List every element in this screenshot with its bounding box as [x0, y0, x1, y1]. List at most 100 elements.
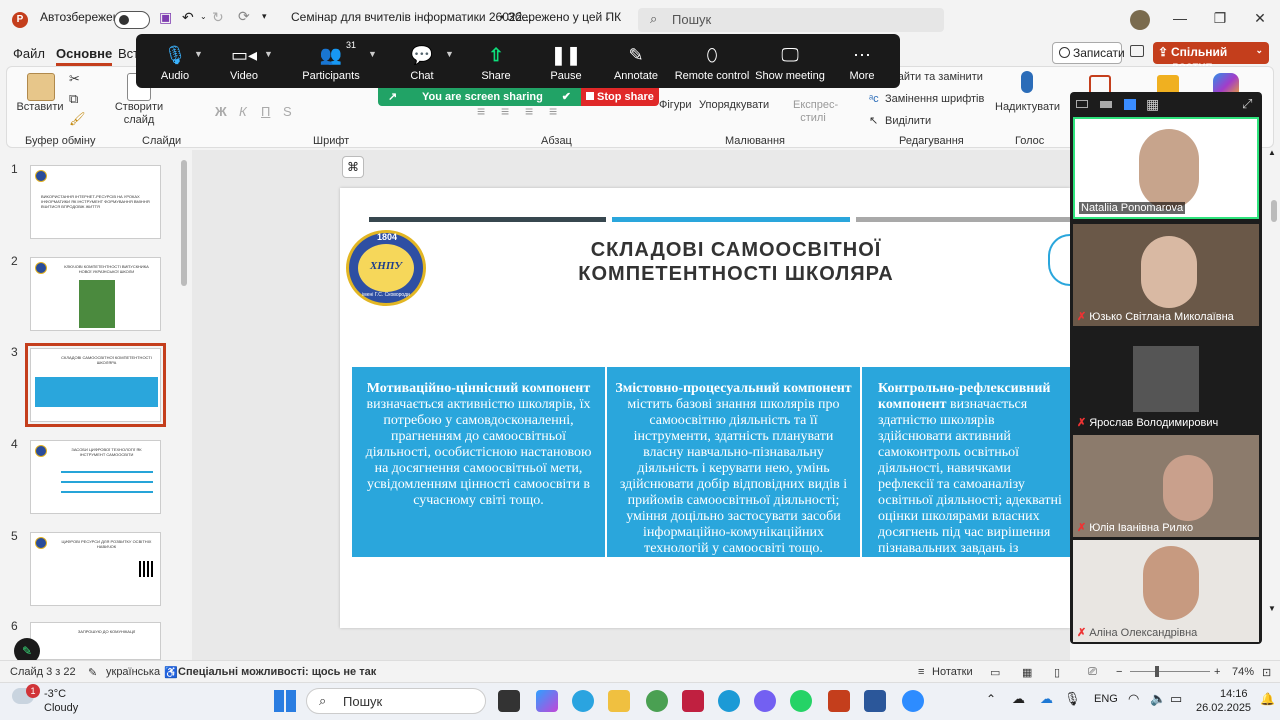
- reading-view-icon[interactable]: ▯: [1054, 666, 1060, 679]
- language-indicator[interactable]: ENG: [1094, 693, 1118, 705]
- clock-time[interactable]: 14:16: [1220, 688, 1248, 700]
- shapes-label[interactable]: Фігури: [659, 99, 691, 111]
- thumbnails-scrollbar[interactable]: [181, 160, 187, 286]
- undo-dropdown-icon[interactable]: ⌄: [200, 12, 207, 21]
- copy-icon[interactable]: ⧉: [69, 91, 78, 107]
- speaker-view-icon[interactable]: [1100, 101, 1112, 108]
- slide-counter[interactable]: Слайд 3 з 22: [10, 666, 76, 678]
- file-title[interactable]: Семінар для вчителів інформатики 26022..…: [291, 10, 532, 24]
- title-chevron-down-icon[interactable]: ⌄: [604, 12, 612, 23]
- undo-icon[interactable]: ↶: [182, 9, 194, 26]
- video-tile-4[interactable]: ✗ Юлія Іванівна Рилко: [1073, 435, 1259, 537]
- weather-temp[interactable]: -3°C: [44, 688, 66, 700]
- redo-icon[interactable]: ↻: [212, 9, 224, 26]
- whatsapp-icon[interactable]: [790, 690, 812, 712]
- slide-thumbnail-5[interactable]: ЦИФРОВІ РЕСУРСИ ДЛЯ РОЗВИТКУ ОСВІТНІХ НА…: [30, 532, 161, 606]
- paste-label[interactable]: Вставити: [15, 101, 65, 113]
- tab-file[interactable]: Файл: [13, 46, 45, 61]
- underline-icon[interactable]: П: [261, 104, 270, 119]
- zoom-in-icon[interactable]: +: [1214, 666, 1220, 678]
- slide-thumbnail-1[interactable]: ВИКОРИСТАННЯ ІНТЕРНЕТ-РЕСУРСІВ НА УРОКАХ…: [30, 165, 161, 239]
- minimize-video-icon[interactable]: [1076, 100, 1088, 108]
- customize-toolbar-icon[interactable]: ▾: [262, 11, 267, 22]
- onedrive-icon[interactable]: ☁: [1040, 691, 1053, 707]
- notes-icon[interactable]: ≡: [918, 666, 924, 678]
- paste-icon[interactable]: [27, 73, 55, 101]
- share-button[interactable]: ⇪ Спільний доступ ⌄: [1153, 42, 1269, 73]
- tray-chevron-icon[interactable]: ⌃: [986, 692, 996, 706]
- avatar[interactable]: [1130, 10, 1150, 30]
- participants-button[interactable]: 👥 Participants: [295, 40, 367, 86]
- accessibility-status[interactable]: Спеціальні можливості: щось не так: [178, 666, 376, 678]
- telegram-icon[interactable]: [572, 690, 594, 712]
- arrange-label[interactable]: Упорядкувати: [699, 99, 769, 111]
- word-taskbar-icon[interactable]: [864, 690, 886, 712]
- powerpoint-taskbar-icon[interactable]: [828, 690, 850, 712]
- zoom-slider[interactable]: [1130, 671, 1210, 672]
- bold-icon[interactable]: Ж: [215, 104, 227, 119]
- start-windows-icon[interactable]: [274, 690, 296, 712]
- slide-thumbnail-3[interactable]: СКЛАДОВІ САМООСВІТНОЇ КОМПЕТЕНТНОСТІ ШКО…: [25, 343, 166, 427]
- maximize-icon[interactable]: ❐: [1210, 10, 1230, 27]
- slide-scrollbar[interactable]: [1271, 200, 1277, 222]
- close-icon[interactable]: ✕: [1250, 10, 1270, 27]
- zoom-level[interactable]: 74%: [1232, 666, 1254, 678]
- language-status[interactable]: українська: [106, 666, 160, 678]
- weather-desc[interactable]: Cloudy: [44, 702, 78, 714]
- replace-fonts-icon[interactable]: ᵃc: [869, 93, 879, 105]
- wifi-icon[interactable]: ◠: [1128, 691, 1139, 707]
- audio-button[interactable]: 🎙 Audio: [139, 40, 211, 86]
- file-explorer-icon[interactable]: [608, 690, 630, 712]
- share-screen-button[interactable]: ⇧ Share: [460, 40, 532, 86]
- save-icon[interactable]: ▣: [159, 9, 172, 26]
- chat-caret-icon[interactable]: ▼: [445, 49, 454, 59]
- quick-styles-label[interactable]: Експрес-стилі: [793, 99, 838, 125]
- zoom-out-icon[interactable]: −: [1116, 666, 1122, 678]
- slideshow-icon[interactable]: ⎚: [1088, 666, 1097, 679]
- chat-button[interactable]: 💬 Chat: [386, 40, 458, 86]
- antivirus-icon[interactable]: [682, 690, 704, 712]
- strip-view-icon[interactable]: [1124, 99, 1136, 110]
- dictate-mic-icon[interactable]: [1021, 71, 1033, 93]
- clock-date[interactable]: 26.02.2025: [1196, 702, 1251, 714]
- annotate-button[interactable]: ✎ Annotate: [600, 40, 672, 86]
- format-painter-icon[interactable]: 🖌: [69, 111, 86, 127]
- video-tile-5[interactable]: ✗ Аліна Олександрівна: [1073, 540, 1259, 642]
- chrome-icon[interactable]: [646, 690, 668, 712]
- fit-slide-icon[interactable]: ⊡: [1262, 666, 1271, 679]
- audio-caret-icon[interactable]: ▼: [194, 49, 203, 59]
- new-slide-label[interactable]: Створити слайд: [111, 101, 167, 127]
- participants-caret-icon[interactable]: ▼: [368, 49, 377, 59]
- accessibility-icon[interactable]: ♿: [164, 666, 178, 679]
- normal-view-icon[interactable]: ▭: [990, 666, 1000, 679]
- designer-ideas-icon[interactable]: ⌘: [342, 156, 364, 178]
- more-button[interactable]: ⋯ More: [826, 40, 898, 86]
- task-view-icon[interactable]: [498, 690, 520, 712]
- comment-icon[interactable]: [1130, 45, 1144, 57]
- video-button[interactable]: ▭◂ Video: [208, 40, 280, 86]
- edge-icon[interactable]: [718, 690, 740, 712]
- pause-button[interactable]: ❚❚ Pause: [530, 40, 602, 86]
- remote-control-button[interactable]: ⬯ Remote control: [672, 40, 752, 86]
- replace-fonts-label[interactable]: Замінення шрифтів: [885, 93, 984, 105]
- gallery-view-icon[interactable]: ▦: [1146, 96, 1159, 113]
- video-caret-icon[interactable]: ▼: [264, 49, 273, 59]
- stop-share-button[interactable]: Stop share: [581, 88, 659, 106]
- copilot-taskbar-icon[interactable]: [536, 690, 558, 712]
- search-input[interactable]: ⌕ Пошук: [638, 8, 944, 32]
- show-meeting-button[interactable]: 🖵 Show meeting: [752, 40, 828, 86]
- scroll-up-icon[interactable]: ▲: [1268, 148, 1276, 157]
- spelling-icon[interactable]: ✎: [88, 666, 97, 679]
- dictate-label[interactable]: Надиктувати: [995, 101, 1060, 113]
- record-button[interactable]: Записати: [1052, 42, 1125, 64]
- strikethrough-icon[interactable]: S: [283, 104, 292, 119]
- video-tile-3[interactable]: ✗ Ярослав Володимирович: [1073, 330, 1259, 432]
- minimize-icon[interactable]: —: [1170, 10, 1190, 26]
- redo-alt-icon[interactable]: ⟳: [238, 8, 250, 25]
- slide-sorter-icon[interactable]: ▦: [1022, 666, 1032, 679]
- tab-home[interactable]: Основне: [56, 46, 113, 66]
- autosave-toggle[interactable]: [114, 11, 150, 29]
- mic-tray-icon[interactable]: 🎙: [1064, 691, 1081, 707]
- slide-thumbnail-4[interactable]: ЗАСОБИ ЦИФРОВОЇ ТЕХНОЛОГІЇ ЯК ІНСТРУМЕНТ…: [30, 440, 161, 514]
- slide-thumbnail-2[interactable]: КЛЮЧОВІ КОМПЕТЕНТНОСТІ ВИПУСКНИКА НОВОЇ …: [30, 257, 161, 331]
